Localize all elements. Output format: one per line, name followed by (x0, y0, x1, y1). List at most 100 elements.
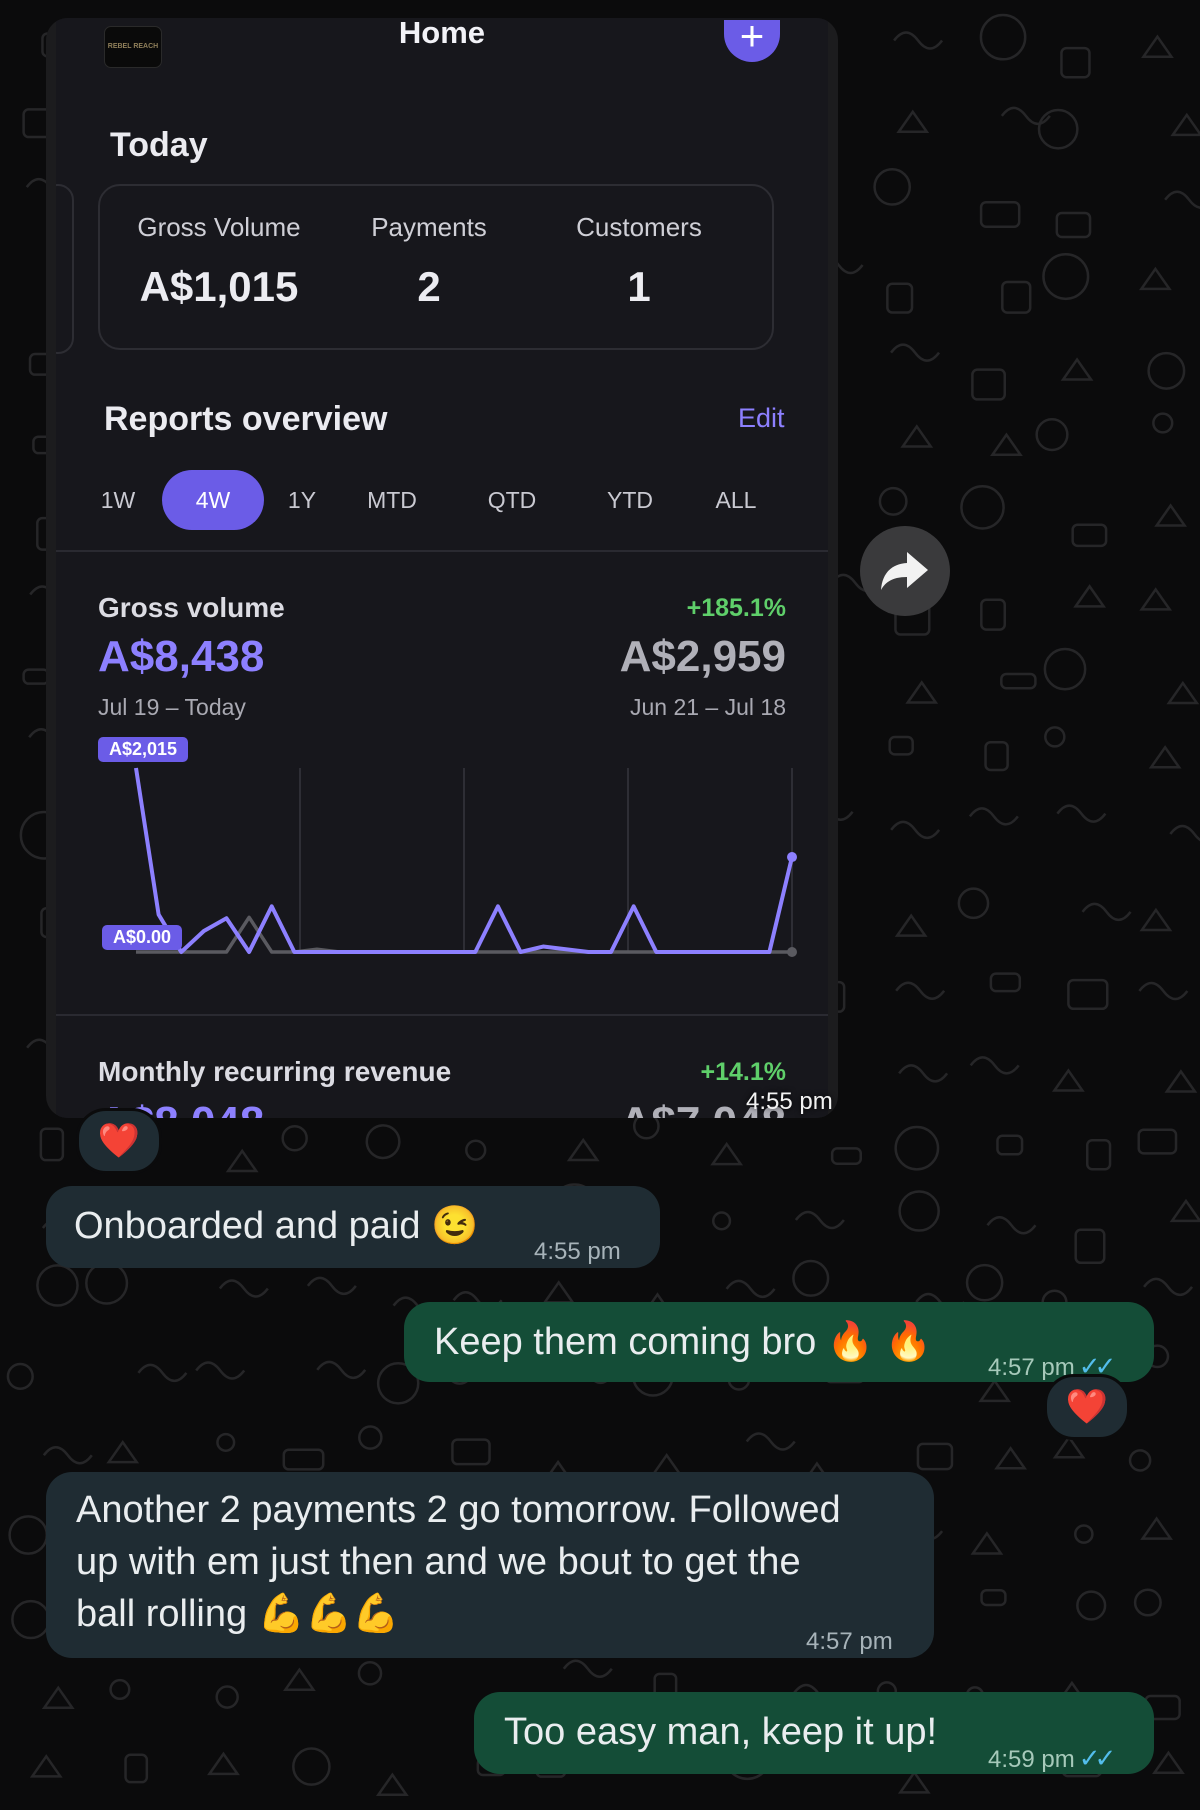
gross-volume-chart[interactable] (92, 738, 812, 968)
wallpaper-doodle (890, 820, 941, 840)
wallpaper-doodle (745, 1432, 796, 1451)
add-button[interactable]: + (724, 18, 780, 62)
gross-volume-change: +185.1% (686, 594, 786, 622)
wallpaper-doodle (8, 1515, 49, 1555)
wallpaper-doodle (36, 1264, 79, 1307)
divider (56, 1014, 828, 1016)
heart-reaction[interactable]: ❤️ (76, 1108, 162, 1174)
wallpaper-doodle (1060, 46, 1091, 79)
wallpaper-doodle (1166, 680, 1200, 705)
tab-qtd[interactable]: QTD (462, 470, 562, 530)
wallpaper-doodle (216, 1432, 236, 1452)
message-incoming[interactable]: Another 2 payments 2 go tomorrow. Follow… (46, 1472, 934, 1658)
message-text: Another 2 payments 2 go tomorrow. Follow… (76, 1484, 841, 1640)
message-outgoing[interactable]: Keep them coming bro 🔥 🔥 4:57 pm ✓✓ (404, 1302, 1154, 1382)
wallpaper-doodle (1043, 647, 1087, 691)
message-text: Keep them coming bro 🔥 🔥 (434, 1321, 933, 1363)
app-header: REBEL REACH Home + (56, 18, 828, 88)
wallpaper-doodle (1152, 1750, 1185, 1774)
tab-1y[interactable]: 1Y (272, 470, 332, 530)
wallpaper-doodle (566, 1137, 600, 1162)
stat-payments: Payments 2 (324, 212, 534, 311)
wallpaper-doodle (465, 1139, 487, 1161)
wallpaper-doodle (969, 1056, 1020, 1075)
tab-ytd[interactable]: YTD (580, 470, 680, 530)
wallpaper-doodle (215, 1685, 239, 1709)
edit-link[interactable]: Edit (738, 403, 785, 434)
wallpaper-doodle (1042, 252, 1090, 301)
wallpaper-doodle (970, 1531, 1004, 1555)
wallpaper-doodle (1051, 1068, 1085, 1092)
wallpaper-doodle (979, 200, 1021, 229)
wallpaper-doodle (1000, 672, 1037, 690)
wallpaper-doodle (979, 13, 1027, 61)
message-time: 4:57 pm (806, 1628, 893, 1655)
wallpaper-doodle (916, 1442, 954, 1471)
message-incoming[interactable]: Onboarded and paid 😉 4:55 pm (46, 1186, 660, 1268)
wallpaper-doodle (316, 1360, 367, 1380)
wallpaper-doodle (1154, 503, 1188, 527)
wallpaper-doodle (894, 1125, 940, 1171)
data-point-current (787, 852, 797, 863)
wallpaper-doodle (1147, 351, 1186, 390)
wallpaper-doodle (971, 368, 1007, 401)
wallpaper-doodle (195, 1361, 246, 1380)
wallpaper-doodle (895, 981, 946, 1000)
message-time-text: 4:59 pm (988, 1746, 1075, 1773)
wallpaper-doodle (1128, 1449, 1152, 1472)
wallpaper-doodle (1044, 726, 1066, 748)
plus-icon: + (739, 18, 765, 59)
wallpaper-doodle (357, 1661, 383, 1686)
wallpaper-doodle (888, 735, 914, 756)
wallpaper-doodle (1139, 587, 1173, 611)
wallpaper-doodle (1138, 981, 1189, 1001)
wallpaper-doodle (1170, 112, 1200, 137)
tab-4w[interactable]: 4W (162, 470, 264, 530)
message-time: 4:55 pm (534, 1238, 621, 1265)
wallpaper-doodle (451, 1438, 491, 1466)
gross-volume-previous: A$2,959 (619, 632, 786, 681)
wallpaper-doodle (137, 1363, 188, 1383)
wallpaper-doodle (358, 1425, 383, 1450)
wallpaper-doodle (898, 1190, 940, 1232)
wallpaper-doodle (1164, 190, 1200, 209)
wallpaper-doodle (85, 1261, 129, 1305)
stat-gross-volume: Gross Volume A$1,015 (114, 212, 324, 311)
forward-button[interactable] (860, 526, 950, 616)
message-line: ball rolling 💪💪💪 (76, 1593, 400, 1635)
app-screenshot[interactable]: REBEL REACH Home + Today Gross Volume A$… (46, 18, 838, 1118)
chart-max-marker: A$2,015 (98, 737, 189, 762)
message-text: Onboarded and paid 😉 (74, 1205, 479, 1247)
wallpaper-doodle (1071, 523, 1108, 548)
wallpaper-doodle (1137, 1128, 1178, 1155)
wallpaper-doodle (562, 1659, 613, 1679)
wallpaper-doodle (1141, 34, 1174, 58)
wallpaper-doodle (41, 1685, 75, 1710)
forward-arrow-icon (881, 552, 928, 590)
wallpaper-doodle (890, 343, 941, 362)
wallpaper-doodle (542, 1280, 576, 1304)
wallpaper-doodle (1055, 211, 1092, 239)
wallpaper-doodle (792, 1259, 830, 1297)
wallpaper-doodle (1052, 1435, 1086, 1459)
range-tabs: 1W 4W 1Y MTD QTD YTD ALL (56, 470, 828, 530)
wallpaper-doodle (710, 1141, 744, 1166)
reports-heading: Reports overview (104, 400, 388, 438)
wallpaper-doodle (986, 1216, 1037, 1235)
today-summary-card[interactable]: Gross Volume A$1,015 Payments 2 Customer… (98, 184, 774, 350)
tab-all[interactable]: ALL (696, 470, 776, 530)
wallpaper-doodle (225, 1148, 259, 1173)
wallpaper-doodle (218, 1279, 269, 1298)
gross-volume-value: A$8,438 (98, 632, 265, 681)
wallpaper-doodle (1138, 266, 1172, 291)
wallpaper-doodle (873, 168, 912, 206)
wallpaper-doodle (1143, 1277, 1194, 1297)
wallpaper-doodle (124, 1753, 149, 1784)
wallpaper-doodle (1056, 804, 1107, 823)
message-outgoing[interactable]: Too easy man, keep it up! 4:59 pm ✓✓ (474, 1692, 1154, 1774)
tab-mtd[interactable]: MTD (342, 470, 442, 530)
wallpaper-doodle (39, 1127, 65, 1162)
wallpaper-doodle (42, 1446, 93, 1465)
heart-reaction[interactable]: ❤️ (1044, 1374, 1130, 1440)
tab-1w[interactable]: 1W (90, 470, 146, 530)
